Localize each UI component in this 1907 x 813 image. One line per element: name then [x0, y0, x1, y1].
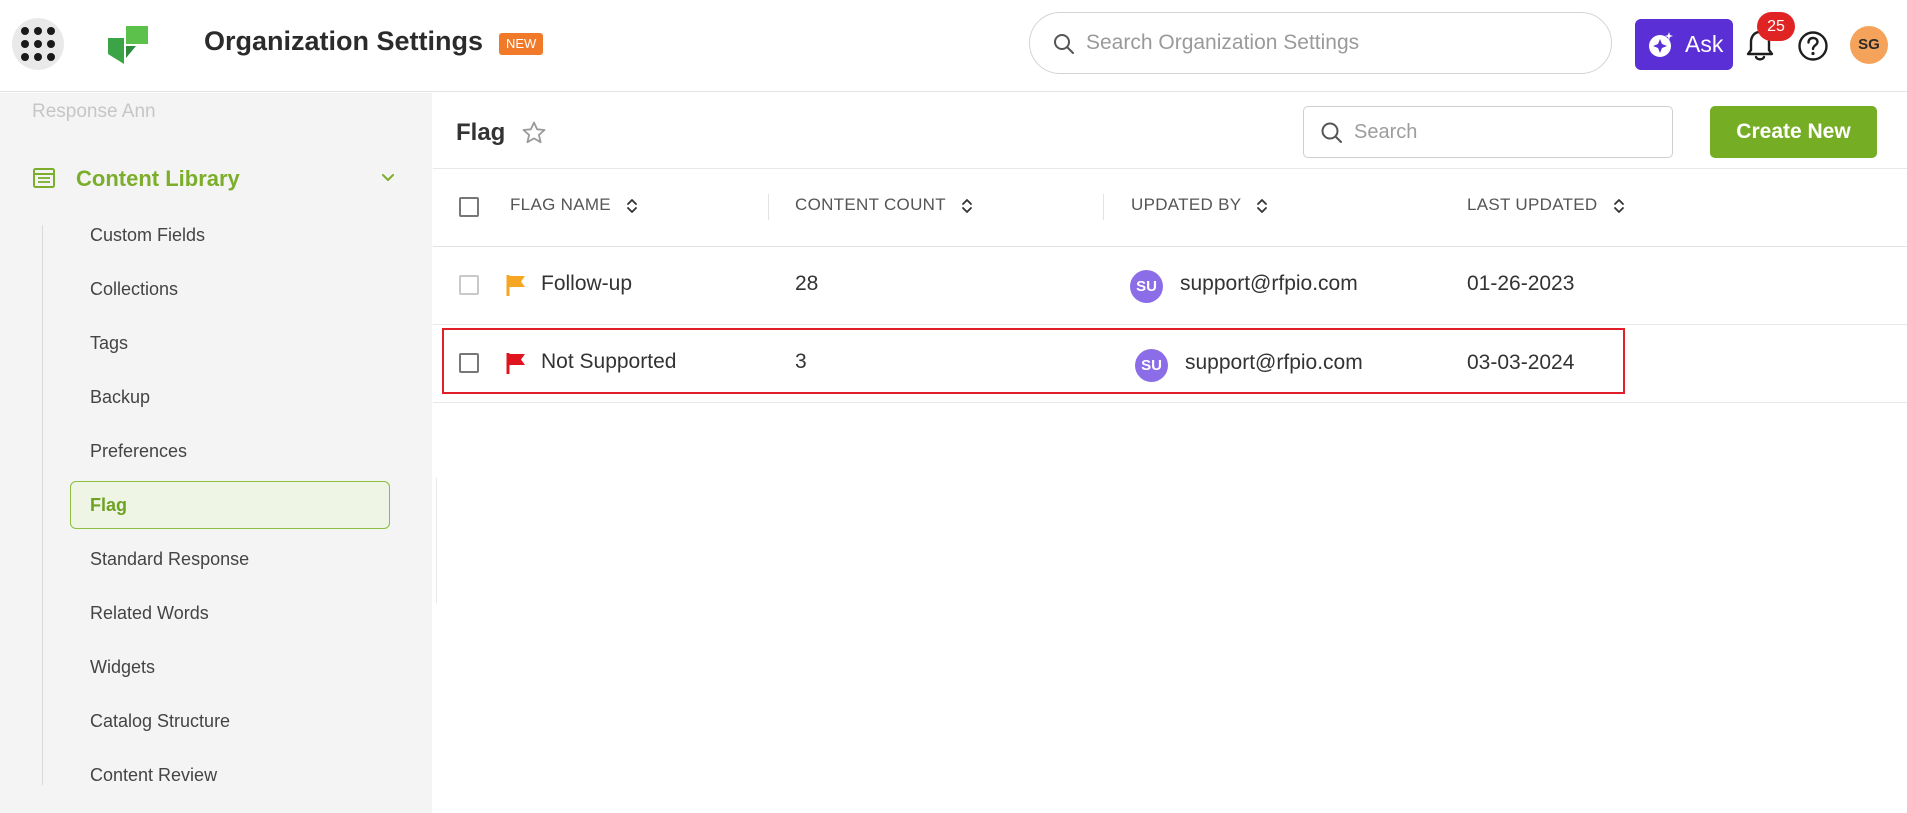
column-header-updated-by[interactable]: UPDATED BY	[1131, 195, 1268, 215]
flag-icon	[506, 275, 525, 296]
row-checkbox[interactable]	[459, 353, 479, 373]
search-icon	[1321, 122, 1342, 143]
sort-icon	[627, 198, 637, 213]
page-title: Flag	[456, 119, 506, 146]
sidebar-item-related-words[interactable]: Related Words	[70, 589, 390, 637]
sidebar-item-widgets[interactable]: Widgets	[70, 643, 390, 691]
last-updated: 01-26-2023	[1467, 272, 1575, 295]
sparkle-icon	[1649, 32, 1673, 57]
row-checkbox[interactable]	[459, 275, 479, 295]
document-list-icon	[33, 168, 55, 188]
sidebar-item-tags[interactable]: Tags	[70, 319, 390, 367]
column-header-label: CONTENT COUNT	[795, 195, 946, 214]
sort-icon	[1257, 198, 1268, 213]
sort-icon	[961, 198, 972, 213]
chevron-down-icon[interactable]	[379, 169, 397, 187]
sidebar-item-custom-fields[interactable]: Custom Fields	[70, 211, 390, 259]
app-launcher-icon[interactable]	[12, 18, 64, 70]
last-updated: 03-03-2024	[1467, 351, 1575, 374]
help-icon[interactable]	[1797, 30, 1829, 62]
sort-icon	[1613, 198, 1624, 213]
ask-label: Ask	[1685, 31, 1724, 57]
table-row[interactable]: Not Supported 3 SU support@rfpio.com 03-…	[433, 325, 1907, 403]
sidebar-faded-item[interactable]: Response Ann	[32, 101, 156, 123]
sidebar-item-backup[interactable]: Backup	[70, 373, 390, 421]
flag-table: FLAG NAME CONTENT COUNT UPDATED BY LAST …	[433, 169, 1907, 403]
column-separator	[1103, 194, 1104, 220]
top-bar: Organization Settings NEW Ask 25 SG	[0, 0, 1907, 92]
select-all-checkbox[interactable]	[459, 197, 479, 217]
flag-name[interactable]: Not Supported	[541, 350, 676, 374]
user-avatar: SU	[1130, 270, 1163, 303]
sidebar-item-flag[interactable]: Flag	[70, 481, 390, 529]
search-icon	[1054, 34, 1074, 54]
user-avatar[interactable]: SG	[1850, 26, 1888, 64]
global-search-input[interactable]	[1086, 23, 1586, 63]
sidebar-section-content-library[interactable]: Content Library	[32, 160, 397, 196]
flag-name[interactable]: Follow-up	[541, 272, 632, 296]
updated-by: support@rfpio.com	[1180, 272, 1358, 295]
flag-icon	[506, 353, 525, 374]
tree-line	[42, 225, 43, 785]
create-new-button[interactable]: Create New	[1710, 106, 1877, 158]
column-header-last-updated[interactable]: LAST UPDATED	[1467, 195, 1625, 215]
column-header-label: UPDATED BY	[1131, 195, 1242, 214]
column-header-label: FLAG NAME	[510, 195, 611, 214]
ask-button[interactable]: Ask	[1635, 19, 1733, 70]
sidebar-item-collections[interactable]: Collections	[70, 265, 390, 313]
new-badge: NEW	[499, 33, 544, 55]
notification-count-badge: 25	[1757, 12, 1795, 41]
column-header-content-count[interactable]: CONTENT COUNT	[795, 195, 973, 215]
company-logo	[108, 26, 148, 64]
sidebar-item-content-review[interactable]: Content Review	[70, 751, 390, 799]
divider	[436, 478, 437, 603]
global-search[interactable]	[1029, 12, 1612, 74]
sidebar-item-preferences[interactable]: Preferences	[70, 427, 390, 475]
table-row[interactable]: Follow-up 28 SU support@rfpio.com 01-26-…	[433, 247, 1907, 325]
table-header: FLAG NAME CONTENT COUNT UPDATED BY LAST …	[433, 169, 1907, 247]
content-count: 3	[795, 350, 807, 373]
app-title: Organization Settings	[204, 26, 484, 56]
user-avatar: SU	[1135, 349, 1168, 382]
flag-search-input[interactable]	[1354, 115, 1654, 149]
star-icon[interactable]	[521, 120, 547, 146]
column-header-label: LAST UPDATED	[1467, 195, 1598, 214]
main-content: Flag Create New FLAG NAME CONTENT COUNT	[433, 93, 1907, 813]
sidebar-item-standard-response[interactable]: Standard Response	[70, 535, 390, 583]
column-header-flag-name[interactable]: FLAG NAME	[510, 195, 638, 215]
sidebar-item-catalog-structure[interactable]: Catalog Structure	[70, 697, 390, 745]
updated-by: support@rfpio.com	[1185, 351, 1363, 374]
sidebar-section-label: Content Library	[76, 166, 240, 191]
column-separator	[768, 194, 769, 220]
content-count: 28	[795, 272, 819, 295]
flag-search[interactable]	[1303, 106, 1673, 158]
sidebar: Response Ann Content Library Custom Fiel…	[0, 93, 432, 813]
